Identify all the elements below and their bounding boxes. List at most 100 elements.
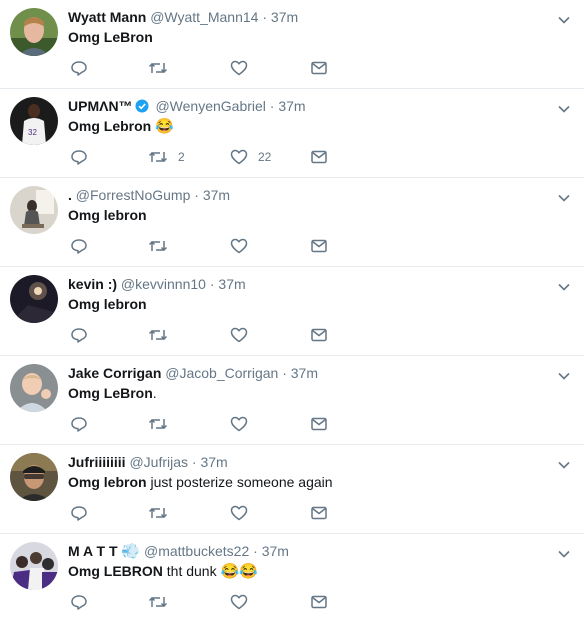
chevron-down-icon[interactable] xyxy=(556,101,572,117)
reply-button[interactable] xyxy=(70,414,88,434)
timestamp[interactable]: 37m xyxy=(262,543,289,559)
tweet-actions xyxy=(68,592,348,612)
tweet-header: UPMΛN™ @WenyenGabriel · 37m xyxy=(68,97,306,115)
like-icon xyxy=(230,504,248,522)
direct-message-button[interactable] xyxy=(310,147,328,167)
timestamp[interactable]: 37m xyxy=(271,9,298,25)
like-button[interactable] xyxy=(230,592,258,612)
tweet-actions xyxy=(68,325,348,345)
user-handle[interactable]: @ForrestNoGump xyxy=(76,187,191,203)
reply-icon xyxy=(70,237,88,255)
like-button[interactable] xyxy=(230,325,258,345)
retweet-button[interactable] xyxy=(148,325,178,345)
like-button[interactable] xyxy=(230,503,258,523)
direct-message-button[interactable] xyxy=(310,592,328,612)
tweet-text: Omg LeBron. xyxy=(68,384,157,402)
display-name[interactable]: UPMΛN™ xyxy=(68,98,133,114)
tweet[interactable]: Wyatt Mann @Wyatt_Mann14 · 37m Omg LeBro… xyxy=(0,0,584,89)
retweet-button[interactable] xyxy=(148,414,178,434)
retweet-button[interactable] xyxy=(148,236,178,256)
reply-button[interactable] xyxy=(70,503,88,523)
tweet[interactable]: . @ForrestNoGump · 37m Omg lebron xyxy=(0,178,584,267)
avatar[interactable] xyxy=(10,8,58,56)
retweet-button[interactable]: 2 xyxy=(148,147,185,167)
dm-icon xyxy=(310,326,328,344)
retweet-button[interactable] xyxy=(148,592,178,612)
tweet-header: . @ForrestNoGump · 37m xyxy=(68,186,230,204)
like-button[interactable] xyxy=(230,58,258,78)
like-button[interactable] xyxy=(230,236,258,256)
dm-icon xyxy=(310,237,328,255)
chevron-down-icon[interactable] xyxy=(556,368,572,384)
chevron-down-icon[interactable] xyxy=(556,190,572,206)
user-handle[interactable]: @Jufrijas xyxy=(129,454,188,470)
chevron-down-icon[interactable] xyxy=(556,546,572,562)
avatar[interactable]: 32 xyxy=(10,97,58,145)
user-handle[interactable]: @Jacob_Corrigan xyxy=(165,365,278,381)
separator: · xyxy=(194,187,199,203)
reply-button[interactable] xyxy=(70,236,88,256)
reply-button[interactable] xyxy=(70,58,88,78)
tweet-header: M A T T 💨 @mattbuckets22 · 37m xyxy=(68,542,289,560)
avatar[interactable] xyxy=(10,453,58,501)
retweet-button[interactable] xyxy=(148,58,178,78)
avatar[interactable] xyxy=(10,275,58,323)
display-name[interactable]: Jufriiiiiiii xyxy=(68,454,126,470)
retweet-icon xyxy=(148,148,168,166)
display-name[interactable]: M A T T xyxy=(68,543,118,559)
tweet-header: Jufriiiiiiii @Jufrijas · 37m xyxy=(68,453,228,471)
chevron-down-icon[interactable] xyxy=(556,279,572,295)
tweet-text-bold: Omg LEBRON xyxy=(68,563,163,579)
display-name[interactable]: kevin :) xyxy=(68,276,117,292)
direct-message-button[interactable] xyxy=(310,414,328,434)
like-button[interactable] xyxy=(230,414,258,434)
tweet-text: Omg lebron xyxy=(68,295,147,313)
reply-button[interactable] xyxy=(70,592,88,612)
timestamp[interactable]: 37m xyxy=(203,187,230,203)
tweet-emoji: 😂😂 xyxy=(220,563,258,580)
like-icon xyxy=(230,326,248,344)
direct-message-button[interactable] xyxy=(310,325,328,345)
dm-icon xyxy=(310,593,328,611)
timestamp[interactable]: 37m xyxy=(278,98,305,114)
tweet[interactable]: M A T T 💨 @mattbuckets22 · 37m Omg LEBRO… xyxy=(0,534,584,623)
avatar[interactable] xyxy=(10,364,58,412)
tweet[interactable]: Jake Corrigan @Jacob_Corrigan · 37m Omg … xyxy=(0,356,584,445)
like-icon xyxy=(230,593,248,611)
user-handle[interactable]: @kevvinnn10 xyxy=(121,276,206,292)
direct-message-button[interactable] xyxy=(310,503,328,523)
tweet-text-bold: Omg LeBron xyxy=(68,29,153,45)
tweet-feed: Wyatt Mann @Wyatt_Mann14 · 37m Omg LeBro… xyxy=(0,0,584,623)
retweet-button[interactable] xyxy=(148,503,178,523)
reply-icon xyxy=(70,59,88,77)
chevron-down-icon[interactable] xyxy=(556,12,572,28)
avatar[interactable] xyxy=(10,542,58,590)
reply-button[interactable] xyxy=(70,147,88,167)
display-name[interactable]: . xyxy=(68,187,72,203)
avatar[interactable] xyxy=(10,186,58,234)
display-name[interactable]: Jake Corrigan xyxy=(68,365,161,381)
direct-message-button[interactable] xyxy=(310,58,328,78)
like-icon xyxy=(230,237,248,255)
user-handle[interactable]: @Wyatt_Mann14 xyxy=(150,9,258,25)
tweet-text: Omg Lebron 😂 xyxy=(68,117,174,136)
user-handle[interactable]: @WenyenGabriel xyxy=(155,98,265,114)
tweet[interactable]: Jufriiiiiiii @Jufrijas · 37m Omg lebron … xyxy=(0,445,584,534)
dm-icon xyxy=(310,504,328,522)
reply-button[interactable] xyxy=(70,325,88,345)
like-button[interactable]: 22 xyxy=(230,147,271,167)
separator: · xyxy=(262,9,268,25)
display-name[interactable]: Wyatt Mann xyxy=(68,9,146,25)
retweet-icon xyxy=(148,237,168,255)
tweet[interactable]: kevin :) @kevvinnn10 · 37m Omg lebron xyxy=(0,267,584,356)
user-handle[interactable]: @mattbuckets22 xyxy=(144,543,249,559)
reply-icon xyxy=(70,593,88,611)
direct-message-button[interactable] xyxy=(310,236,328,256)
tweet-header: Jake Corrigan @Jacob_Corrigan · 37m xyxy=(68,364,318,382)
timestamp[interactable]: 37m xyxy=(200,454,227,470)
retweet-icon xyxy=(148,326,168,344)
timestamp[interactable]: 37m xyxy=(291,365,318,381)
timestamp[interactable]: 37m xyxy=(218,276,245,292)
tweet[interactable]: 32 UPMΛN™ @WenyenGabriel · 37m Omg Lebro… xyxy=(0,89,584,178)
chevron-down-icon[interactable] xyxy=(556,457,572,473)
